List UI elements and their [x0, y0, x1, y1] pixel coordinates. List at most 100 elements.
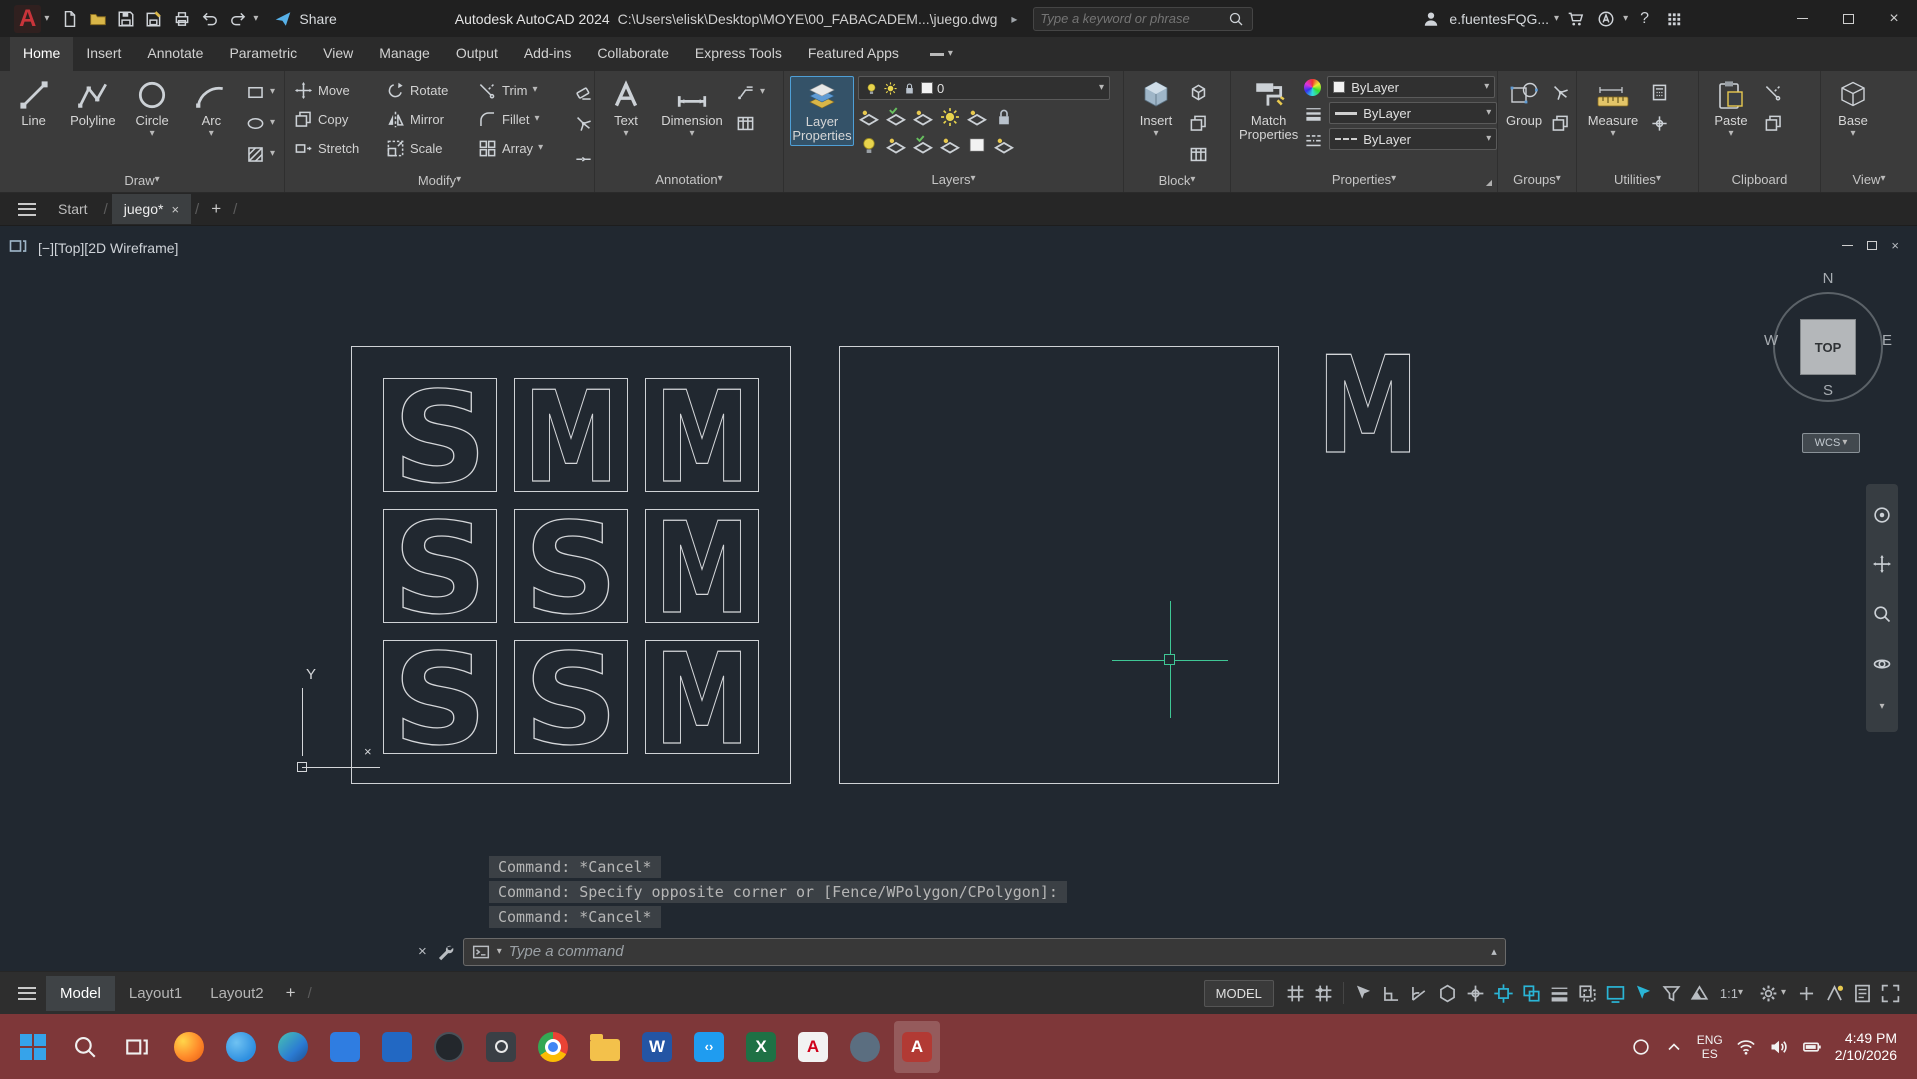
taskbar-app-dark[interactable]	[426, 1021, 472, 1073]
cut-clip-tool[interactable]	[1761, 78, 1786, 106]
grid-cell[interactable]: M	[645, 378, 759, 492]
ortho-mode-toggle[interactable]	[1379, 981, 1404, 1006]
layer-off-icon[interactable]	[858, 134, 880, 156]
taskbar-snip[interactable]	[478, 1021, 524, 1073]
id-point-tool[interactable]	[1647, 109, 1672, 137]
group-button[interactable]: Group	[1504, 76, 1544, 130]
panel-label-modify[interactable]: Modify ▾	[285, 168, 594, 192]
panel-label-view[interactable]: View ▾	[1821, 166, 1917, 192]
chevron-down-icon[interactable]: ▾	[1099, 83, 1104, 93]
file-tab-juego[interactable]: juego* ×	[111, 194, 192, 224]
maximize-button[interactable]	[1825, 0, 1871, 37]
tab-insert[interactable]: Insert	[73, 37, 134, 71]
autodesk-access-icon[interactable]	[1593, 6, 1619, 32]
panel-label-groups[interactable]: Groups ▾	[1498, 166, 1576, 192]
viewport-controls[interactable]: [−][Top][2D Wireframe]	[38, 240, 178, 256]
selection-cycling-toggle[interactable]	[1519, 981, 1544, 1006]
tab-addins[interactable]: Add-ins	[511, 37, 584, 71]
edit-block-tool[interactable]	[1186, 109, 1211, 137]
taskbar-acrobat[interactable]: A	[790, 1021, 836, 1073]
layer-color-icon[interactable]	[966, 134, 988, 156]
undo-button[interactable]	[197, 6, 223, 32]
layer-delete-icon[interactable]	[993, 134, 1015, 156]
dimension-tool[interactable]: Dimension ▾	[655, 76, 729, 140]
leader-tool[interactable]: ▾	[733, 78, 768, 106]
grid-cell[interactable]: S	[383, 640, 497, 754]
floating-letter-m[interactable]: M	[1312, 344, 1424, 462]
polar-tracking-toggle[interactable]	[1407, 981, 1432, 1006]
object-snap-tracking-toggle[interactable]	[1463, 981, 1488, 1006]
measure-button[interactable]: Measure ▾	[1583, 76, 1643, 140]
hatch-tool[interactable]: ▾	[243, 140, 278, 168]
tab-layout2[interactable]: Layout2	[196, 976, 277, 1011]
text-tool[interactable]: Text ▾	[601, 76, 651, 140]
taskbar-mail[interactable]	[374, 1021, 420, 1073]
move-tool[interactable]: Move	[291, 76, 383, 104]
full-navigation-wheel-icon[interactable]	[1872, 505, 1892, 525]
viewcube-top-face[interactable]: TOP	[1800, 319, 1856, 375]
lineweight-toggle[interactable]	[1547, 981, 1572, 1006]
app-menu-button[interactable]: A ▾	[6, 0, 57, 37]
create-block-tool[interactable]	[1186, 78, 1211, 106]
layer-on-icon[interactable]	[864, 81, 879, 96]
hidden-icons-chevron[interactable]	[1664, 1037, 1684, 1057]
layer-make-current-icon[interactable]	[858, 106, 880, 128]
account-button[interactable]: e.fuentesFQG... ▾	[1418, 6, 1559, 32]
annotation-scale-button[interactable]: 1:1 ▾	[1715, 986, 1748, 1001]
arc-tool[interactable]: Arc ▾	[184, 76, 239, 140]
new-file-button[interactable]	[57, 6, 83, 32]
layer-isolate-icon[interactable]	[966, 106, 988, 128]
model-space-button[interactable]: MODEL	[1203, 979, 1274, 1007]
panel-label-block[interactable]: Block ▾	[1124, 168, 1230, 192]
layer-lock-tool-icon[interactable]	[993, 106, 1015, 128]
dialog-launcher-icon[interactable]: ◢	[1486, 178, 1492, 187]
stretch-tool[interactable]: Stretch	[291, 134, 383, 162]
tab-layout1[interactable]: Layout1	[115, 976, 196, 1011]
grid-cell[interactable]: S	[383, 378, 497, 492]
panel-label-utilities[interactable]: Utilities ▾	[1577, 166, 1698, 192]
color-wheel-icon[interactable]	[1304, 78, 1322, 96]
close-tab-icon[interactable]: ×	[171, 202, 179, 217]
object-color-dropdown[interactable]: ByLayer ▾	[1327, 76, 1496, 98]
viewport-minimize-icon[interactable]	[1842, 244, 1854, 247]
customize-wrench-icon[interactable]	[436, 943, 454, 961]
search-icon[interactable]	[1226, 9, 1246, 29]
line-tool[interactable]: Line	[6, 76, 61, 130]
paste-button[interactable]: Paste ▾	[1705, 76, 1757, 140]
taskbar-explorer[interactable]	[582, 1021, 628, 1073]
wifi-icon[interactable]	[1736, 1037, 1756, 1057]
array-tool[interactable]: Array ▾	[475, 134, 567, 162]
taskbar-edge[interactable]	[270, 1021, 316, 1073]
new-layout-button[interactable]: +	[278, 983, 304, 1003]
dynamic-ucs-toggle[interactable]	[1631, 981, 1656, 1006]
grid-cell[interactable]: M	[645, 640, 759, 754]
osnap-3d-toggle[interactable]	[1603, 981, 1628, 1006]
viewcube-east[interactable]: E	[1882, 332, 1892, 349]
viewcube-south[interactable]: S	[1760, 382, 1896, 399]
isometric-drafting-toggle[interactable]	[1435, 981, 1460, 1006]
isolate-objects-button[interactable]	[1794, 981, 1819, 1006]
rectangle-tool[interactable]: ▾	[243, 78, 278, 106]
scale-tool[interactable]: Scale	[383, 134, 475, 162]
clock[interactable]: 4:49 PM 2/10/2026	[1835, 1030, 1897, 1064]
layer-unisolate-icon[interactable]	[885, 134, 907, 156]
letter-grid-rectangle[interactable]: S M M S S M S S M	[351, 346, 791, 784]
grid-cell[interactable]: S	[514, 640, 628, 754]
share-button[interactable]: Share	[272, 8, 337, 30]
wcs-dropdown[interactable]: WCS ▾	[1802, 433, 1860, 453]
quick-properties-toggle[interactable]	[1850, 981, 1875, 1006]
mirror-tool[interactable]: Mirror	[383, 105, 475, 133]
command-prompt-icon[interactable]	[472, 943, 490, 961]
close-button[interactable]: ×	[1871, 0, 1917, 37]
task-view-button[interactable]	[114, 1021, 160, 1073]
zoom-icon[interactable]	[1872, 604, 1892, 624]
explode-tool[interactable]	[571, 109, 596, 137]
tab-featured-apps[interactable]: Featured Apps	[795, 37, 912, 71]
file-tab-start[interactable]: Start	[46, 194, 100, 224]
new-tab-button[interactable]: +	[203, 199, 229, 219]
taskbar-app-gray[interactable]	[842, 1021, 888, 1073]
dynamic-input-toggle[interactable]	[1351, 981, 1376, 1006]
pan-icon[interactable]	[1872, 554, 1892, 574]
chevron-down-icon[interactable]: ▾	[497, 946, 502, 956]
drawing-canvas[interactable]: [−][Top][2D Wireframe] × S M M S S M S S…	[0, 226, 1917, 971]
